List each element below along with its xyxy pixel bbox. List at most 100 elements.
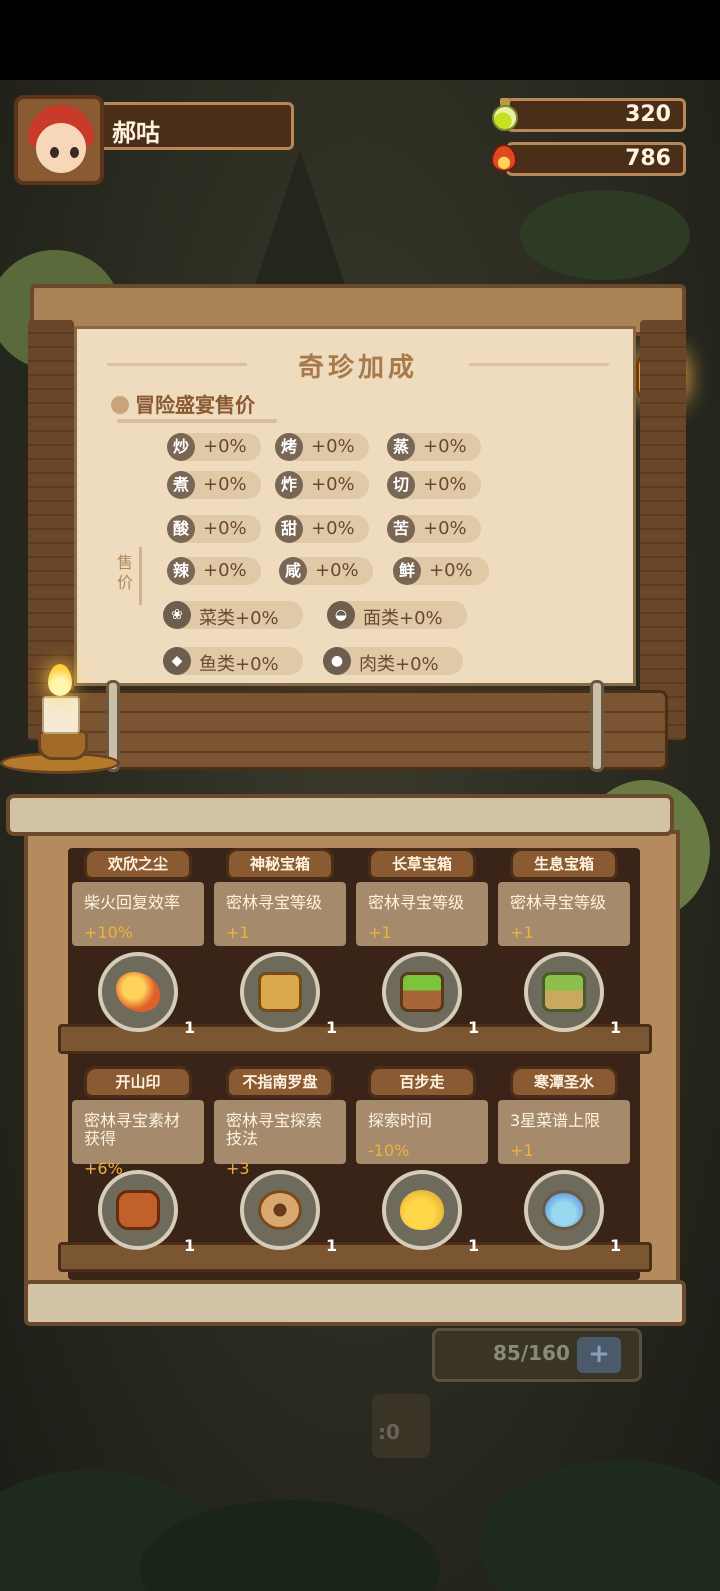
treasure-effect-text: 柴火回复效率 bbox=[84, 893, 181, 912]
treasure-item[interactable]: 长草宝箱 密林寻宝等级 +1 1 bbox=[356, 848, 488, 1038]
grass-chest-icon bbox=[400, 972, 444, 1012]
storage-value: 85/160 bbox=[493, 1341, 570, 1365]
flavor-value: +0% bbox=[203, 518, 247, 539]
treasure-effect: 密林寻宝等级 +1 bbox=[356, 882, 488, 946]
treasure-effect: 3星菜谱上限 +1 bbox=[498, 1100, 630, 1164]
flavor-chip: 蒸 +0% bbox=[387, 433, 481, 461]
side-label: 售价 bbox=[116, 553, 133, 592]
treasure-effect: 密林寻宝素材获得 +6% bbox=[72, 1100, 204, 1178]
treasure-count: 1 bbox=[184, 1018, 196, 1037]
treasure-count: 1 bbox=[326, 1236, 338, 1255]
flavor-value: +0% bbox=[203, 474, 247, 495]
flavor-chip: 咸 +0% bbox=[279, 557, 373, 585]
treasure-item[interactable]: 不指南罗盘 密林寻宝探索技法 +3 1 bbox=[214, 1066, 346, 1256]
fish-icon: ◆ bbox=[163, 647, 191, 675]
treasure-bubble[interactable] bbox=[98, 952, 178, 1032]
treasure-name-tag: 寒潭圣水 bbox=[510, 1066, 618, 1098]
treasure-effect-text: 密林寻宝素材获得 bbox=[84, 1111, 181, 1148]
treasure-item[interactable]: 生息宝箱 密林寻宝等级 +1 1 bbox=[498, 848, 630, 1038]
category-chip: ❀ 菜类+0% bbox=[163, 601, 303, 629]
candle-icon bbox=[42, 696, 80, 734]
flavor-glyph: 煮 bbox=[167, 471, 195, 499]
status-bar bbox=[0, 0, 720, 80]
category-label: 肉类+0% bbox=[359, 654, 439, 675]
avatar-eye bbox=[70, 147, 79, 158]
flavor-chip: 炸 +0% bbox=[275, 471, 369, 499]
treasure-name: 百步走 bbox=[399, 1073, 445, 1091]
treasure-effect-bonus: +1 bbox=[510, 923, 534, 942]
treasure-effect-bonus: +1 bbox=[226, 923, 250, 942]
treasure-item[interactable]: 神秘宝箱 密林寻宝等级 +1 1 bbox=[214, 848, 346, 1038]
flavor-chip: 苦 +0% bbox=[387, 515, 481, 543]
flavor-chip: 炒 +0% bbox=[167, 433, 261, 461]
treasure-name: 不指南罗盘 bbox=[242, 1073, 318, 1091]
treasure-effect-text: 探索时间 bbox=[368, 1111, 433, 1130]
treasure-effect-text: 密林寻宝探索技法 bbox=[226, 1111, 323, 1148]
flavor-value: +0% bbox=[423, 518, 467, 539]
avatar-face bbox=[36, 123, 86, 173]
category-label: 面类+0% bbox=[363, 608, 443, 629]
meat-icon: ● bbox=[323, 647, 351, 675]
player-avatar[interactable] bbox=[14, 95, 104, 185]
flavor-value: +0% bbox=[311, 518, 355, 539]
flavor-glyph: 炒 bbox=[167, 433, 195, 461]
treasure-name: 寒潭圣水 bbox=[533, 1073, 594, 1091]
background-bush bbox=[480, 1460, 720, 1591]
treasure-bubble[interactable] bbox=[382, 1170, 462, 1250]
vegetable-icon: ❀ bbox=[163, 601, 191, 629]
treasure-item[interactable]: 寒潭圣水 3星菜谱上限 +1 1 bbox=[498, 1066, 630, 1256]
bonus-panel: 奇珍加成 冒险盛宴售价 售价 炒 +0% 烤 +0% 蒸 +0% 煮 +0% 炸 +0% … bbox=[74, 326, 636, 686]
candle-flame-icon bbox=[48, 664, 72, 696]
treasure-bubble[interactable] bbox=[524, 1170, 604, 1250]
avatar-eye bbox=[50, 147, 59, 158]
storage-counter: 85/160 + bbox=[432, 1328, 642, 1382]
treasure-effect-text: 密林寻宝等级 bbox=[368, 893, 465, 912]
treasure-bubble[interactable] bbox=[240, 1170, 320, 1250]
treasure-bubble[interactable] bbox=[524, 952, 604, 1032]
storage-add-button[interactable]: + bbox=[577, 1337, 621, 1373]
candle-holder bbox=[38, 730, 88, 760]
section-underline bbox=[117, 419, 277, 423]
compass-icon bbox=[258, 1190, 302, 1230]
sparkle-dust-icon bbox=[116, 972, 160, 1012]
flavor-glyph: 甜 bbox=[275, 515, 303, 543]
flavor-value: +0% bbox=[423, 474, 467, 495]
flavor-value: +0% bbox=[311, 436, 355, 457]
category-chip: ◆ 鱼类+0% bbox=[163, 647, 303, 675]
flavor-glyph: 咸 bbox=[279, 557, 307, 585]
flavor-value: +0% bbox=[203, 560, 247, 581]
treasure-name-tag: 生息宝箱 bbox=[510, 848, 618, 880]
scroll-post bbox=[590, 680, 604, 772]
flavor-glyph: 苦 bbox=[387, 515, 415, 543]
treasure-item[interactable]: 百步走 探索时间 -10% 1 bbox=[356, 1066, 488, 1256]
category-chip: ● 肉类+0% bbox=[323, 647, 463, 675]
game-screen: 郝咕 320 786 奇珍加成 冒险盛宴售价 售价 炒 +0% 烤 +0% 蒸 +0% bbox=[0, 0, 720, 1591]
treasure-bubble[interactable] bbox=[382, 952, 462, 1032]
treasure-name: 生息宝箱 bbox=[533, 855, 594, 873]
treasure-effect: 柴火回复效率 +10% bbox=[72, 882, 204, 946]
background-bush bbox=[520, 190, 690, 280]
flavor-glyph: 烤 bbox=[275, 433, 303, 461]
resource-flame-bar: 786 bbox=[506, 142, 686, 176]
treasure-item[interactable]: 开山印 密林寻宝素材获得 +6% 1 bbox=[72, 1066, 204, 1256]
treasure-name: 开山印 bbox=[115, 1073, 161, 1091]
player-name-bar: 郝咕 bbox=[104, 102, 294, 150]
life-chest-icon bbox=[542, 972, 586, 1012]
treasure-name-tag: 欢欣之尘 bbox=[84, 848, 192, 880]
flavor-glyph: 炸 bbox=[275, 471, 303, 499]
treasure-bubble[interactable] bbox=[98, 1170, 178, 1250]
treasure-name-tag: 不指南罗盘 bbox=[226, 1066, 334, 1098]
treasure-effect-text: 密林寻宝等级 bbox=[226, 893, 323, 912]
mountain-seal-icon bbox=[116, 1190, 160, 1230]
flavor-glyph: 辣 bbox=[167, 557, 195, 585]
treasure-item[interactable]: 欢欣之尘 柴火回复效率 +10% 1 bbox=[72, 848, 204, 1038]
shelf-top-board bbox=[6, 794, 674, 836]
treasure-count: 1 bbox=[610, 1018, 622, 1037]
flavor-glyph: 鲜 bbox=[393, 557, 421, 585]
flavor-value: +0% bbox=[315, 560, 359, 581]
treasure-bubble[interactable] bbox=[240, 952, 320, 1032]
treasure-count: 1 bbox=[610, 1236, 622, 1255]
potion-icon bbox=[490, 98, 520, 132]
resource-potion-value: 320 bbox=[625, 102, 671, 127]
gear-icon bbox=[111, 396, 129, 414]
